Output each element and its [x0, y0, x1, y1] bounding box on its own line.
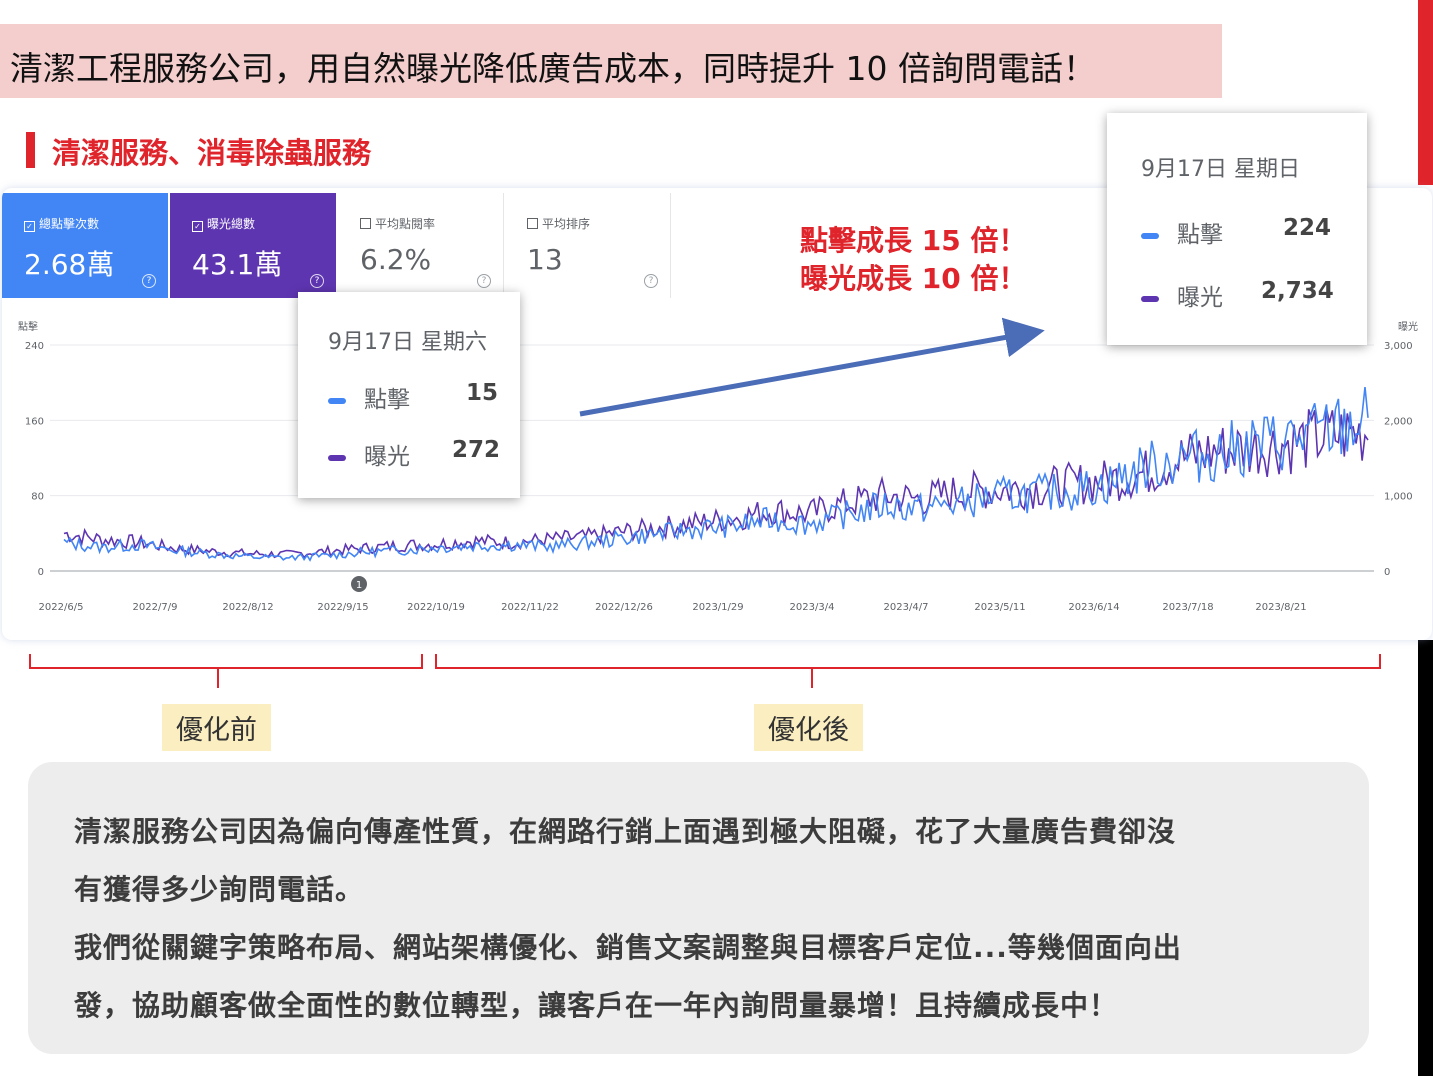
tooltip-clicks-value: 224 [1283, 215, 1332, 241]
before-brace [29, 654, 423, 688]
tooltip-clicks-label: 點擊 [1177, 222, 1223, 248]
tooltip-clicks-value: 15 [466, 380, 499, 406]
after-label: 優化後 [754, 704, 863, 751]
description-box: 清潔服務公司因為偏向傳產性質，在網路行銷上面遇到極大阻礙，花了大量廣告費卻沒 有… [28, 762, 1369, 1054]
description-line: 我們從關鍵字策略布局、網站架構優化、銷售文案調整與目標客戶定位...等幾個面向出 [74, 931, 1182, 964]
tooltip-date: 9月17日 星期日 [1141, 157, 1300, 182]
tooltip-date: 9月17日 星期六 [328, 330, 487, 355]
description-line: 清潔服務公司因為偏向傳產性質，在網路行銷上面遇到極大阻礙，花了大量廣告費卻沒 [74, 815, 1177, 848]
after-brace [435, 654, 1381, 688]
clicks-legend-swatch [328, 397, 346, 404]
impressions-legend-swatch [328, 454, 346, 461]
tooltip-impressions-value: 2,734 [1261, 278, 1334, 304]
tooltip-clicks-label: 點擊 [364, 387, 410, 413]
tooltip-impressions-value: 272 [452, 437, 501, 463]
tooltip-impressions-label: 曝光 [364, 444, 410, 470]
tooltip-impressions-label: 曝光 [1177, 285, 1223, 311]
description-line: 有獲得多少詢問電話。 [74, 873, 365, 906]
before-label: 優化前 [162, 704, 271, 751]
tooltip-after: 9月17日 星期日 點擊 224 曝光 2,734 [1107, 113, 1367, 345]
growth-arrow [579, 317, 1045, 417]
description-line: 發，協助顧客做全面性的數位轉型，讓客戶在一年內詢問量暴增！且持續成長中！ [74, 989, 1119, 1022]
impressions-legend-swatch [1141, 295, 1159, 302]
clicks-legend-swatch [1141, 232, 1159, 239]
tooltip-before: 9月17日 星期六 點擊 15 曝光 272 [298, 292, 520, 498]
